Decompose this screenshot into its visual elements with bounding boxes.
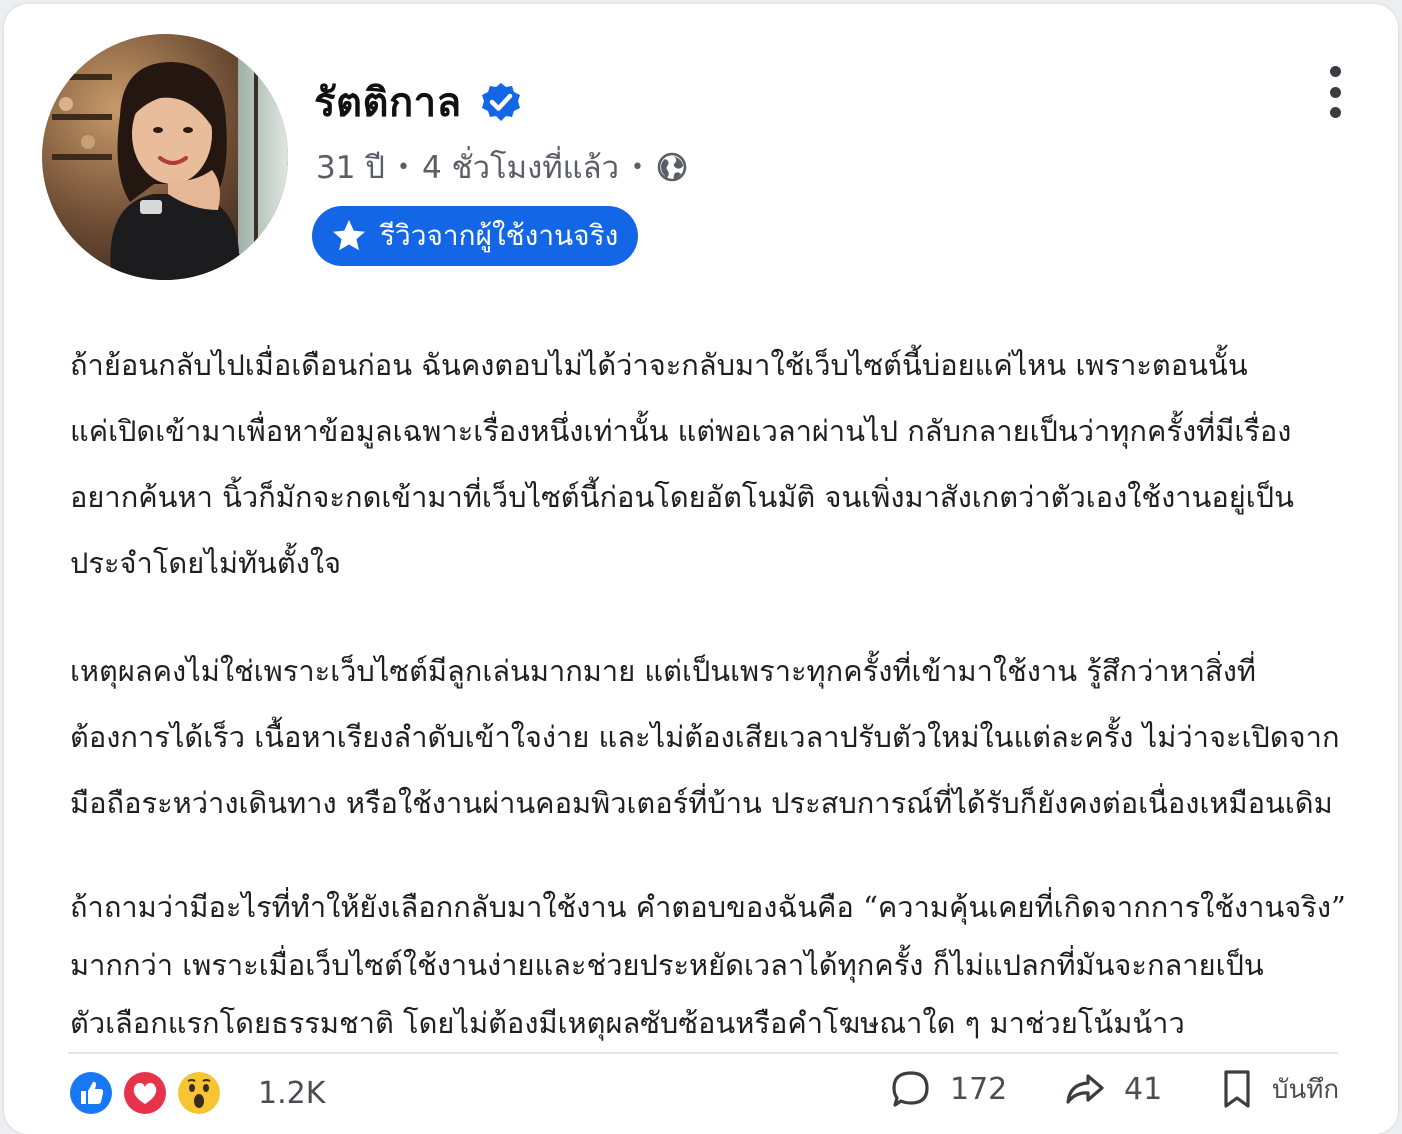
reaction-count: 1.2K bbox=[258, 1075, 326, 1111]
paragraph-line: เหตุผลคงไม่ใช่เพราะเว็บไซต์มีลูกเล่นมากม… bbox=[70, 654, 1257, 688]
meta-separator: • bbox=[631, 154, 645, 180]
paragraph-line: มากกว่า เพราะเมื่อเว็บไซต์ใช้งานง่ายและช… bbox=[70, 948, 1264, 982]
bookmark-icon bbox=[1220, 1068, 1254, 1110]
post-time[interactable]: 4 ชั่วโมงที่แล้ว bbox=[422, 142, 619, 192]
paragraph-line: แค่เปิดเข้ามาเพื่อหาข้อมูลเฉพาะเรื่องหนึ… bbox=[70, 414, 1292, 448]
author-age: 31 ปี bbox=[316, 150, 385, 186]
globe-icon[interactable] bbox=[656, 151, 688, 183]
post-paragraph: ถ้าถามว่ามีอะไรที่ทำให้ยังเลือกกลับมาใช้… bbox=[70, 878, 1360, 1052]
post-meta: 31 ปี • 4 ชั่วโมงที่แล้ว • bbox=[316, 142, 688, 192]
shares-count: 41 bbox=[1124, 1071, 1163, 1107]
love-icon bbox=[120, 1068, 170, 1118]
star-icon bbox=[330, 217, 368, 255]
badge-label: รีวิวจากผู้ใช้งานจริง bbox=[380, 219, 619, 252]
post-paragraph: เหตุผลคงไม่ใช่เพราะเว็บไซต์มีลูกเล่นมากม… bbox=[70, 638, 1360, 836]
real-user-review-badge: รีวิวจากผู้ใช้งานจริง bbox=[312, 206, 639, 266]
share-button[interactable]: 41 bbox=[1064, 1068, 1162, 1110]
like-icon bbox=[66, 1068, 116, 1118]
avatar[interactable] bbox=[42, 34, 288, 280]
paragraph-line: ถ้าถามว่ามีอะไรที่ทำให้ยังเลือกกลับมาใช้… bbox=[70, 890, 1346, 924]
comments-button[interactable]: 172 bbox=[890, 1068, 1007, 1110]
verified-badge-icon bbox=[480, 81, 522, 123]
comments-count: 172 bbox=[950, 1071, 1008, 1107]
more-dot bbox=[1329, 66, 1341, 77]
save-button[interactable]: บันทึก bbox=[1220, 1068, 1339, 1110]
paragraph-line: ตัวเลือกแรกโดยธรรมชาติ โดยไม่ต้องมีเหตุผ… bbox=[70, 1006, 1185, 1040]
post-card: รัตติกาล 31 ปี • 4 ชั่วโมงที่แล้ว • รีวิ… bbox=[4, 4, 1398, 1134]
reactions-summary[interactable]: 1.2K bbox=[66, 1068, 325, 1118]
more-dot bbox=[1329, 107, 1341, 118]
share-icon bbox=[1064, 1068, 1106, 1110]
paragraph-line: ต้องการได้เร็ว เนื้อหาเรียงลำดับเข้าใจง่… bbox=[70, 720, 1340, 754]
post-paragraph: ถ้าย้อนกลับไปเมื่อเดือนก่อน ฉันคงตอบไม่ไ… bbox=[70, 332, 1360, 596]
paragraph-line: ประจำโดยไม่ทันตั้งใจ bbox=[70, 546, 342, 580]
author-row: รัตติกาล bbox=[314, 70, 522, 134]
footer-divider bbox=[68, 1052, 1338, 1054]
wow-icon bbox=[174, 1068, 224, 1118]
post-body: ถ้าย้อนกลับไปเมื่อเดือนก่อน ฉันคงตอบไม่ไ… bbox=[70, 332, 1360, 1052]
comment-icon bbox=[890, 1068, 932, 1110]
more-dot bbox=[1329, 86, 1341, 98]
paragraph-line: ถ้าย้อนกลับไปเมื่อเดือนก่อน ฉันคงตอบไม่ไ… bbox=[70, 348, 1248, 382]
author-name[interactable]: รัตติกาล bbox=[314, 70, 462, 134]
save-label: บันทึก bbox=[1272, 1074, 1340, 1105]
paragraph-line: อยากค้นหา นิ้วก็มักจะกดเข้ามาที่เว็บไซต์… bbox=[70, 480, 1294, 514]
more-options-button[interactable] bbox=[1320, 66, 1350, 118]
paragraph-line: มือถือระหว่างเดินทาง หรือใช้งานผ่านคอมพิ… bbox=[70, 786, 1333, 820]
meta-separator: • bbox=[396, 154, 410, 180]
